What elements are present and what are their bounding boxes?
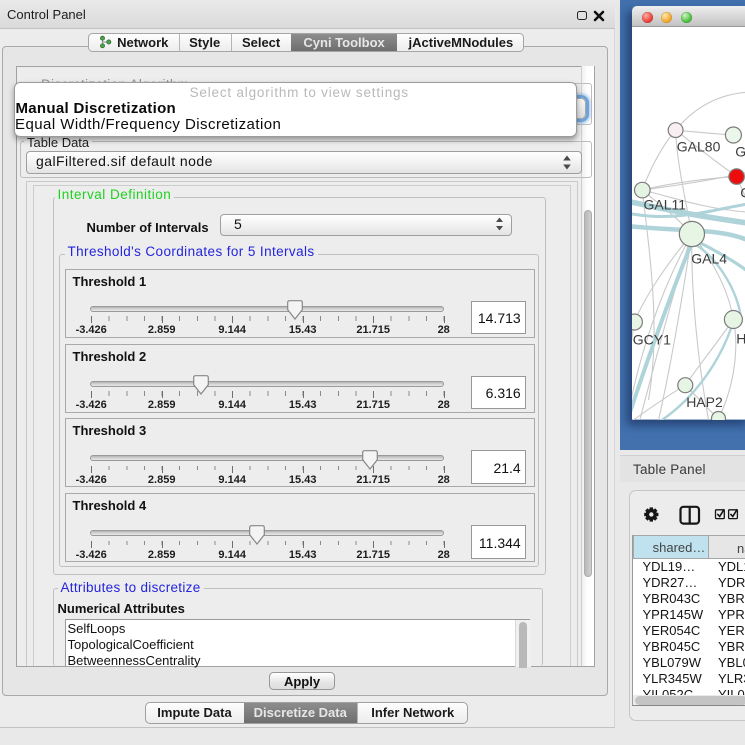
svg-text:HAP2: HAP2 (686, 394, 723, 410)
svg-text:GAL3: GAL3 (735, 144, 745, 160)
svg-text:HI: HI (736, 331, 745, 347)
svg-text:GAL11: GAL11 (643, 197, 686, 213)
svg-text:CD: CD (740, 185, 745, 201)
svg-text:GAL80: GAL80 (676, 139, 720, 155)
svg-text:GAL4: GAL4 (691, 251, 727, 267)
svg-text:GCY1: GCY1 (632, 332, 670, 348)
